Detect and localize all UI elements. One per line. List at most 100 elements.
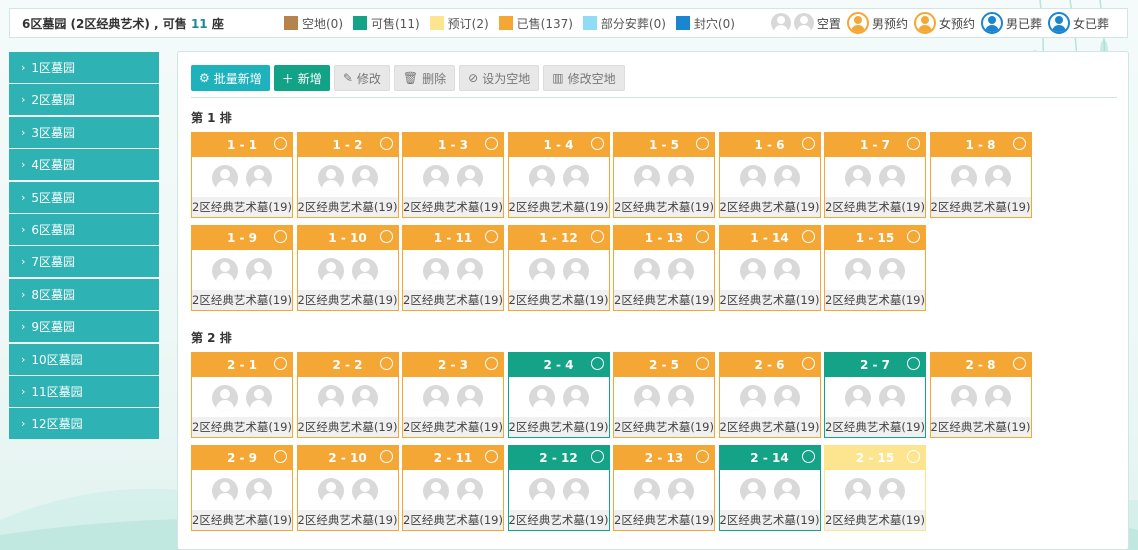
plot-card[interactable]: 1 - 12 2区经典艺术墓(19) [507, 225, 610, 311]
sidebar-item[interactable]: › 6区墓园 [9, 213, 159, 245]
plot-select-radio[interactable] [274, 230, 287, 243]
plot-select-radio[interactable] [274, 450, 287, 463]
plot-header: 1 - 7 [825, 133, 925, 157]
plot-card[interactable]: 2 - 11 2区经典艺术墓(19) [402, 445, 504, 531]
plot-header: 2 - 2 [297, 353, 398, 377]
edit-button[interactable]: ✎ 修改 [333, 65, 390, 91]
plot-header: 1 - 15 [825, 226, 925, 250]
plot-select-radio[interactable] [485, 450, 498, 463]
plot-select-radio[interactable] [907, 450, 920, 463]
plot-select-radio[interactable] [485, 137, 498, 150]
trash-icon: 🗑 [402, 71, 419, 85]
plot-select-radio[interactable] [379, 137, 393, 150]
plot-select-radio[interactable] [590, 230, 604, 243]
sidebar-item[interactable]: › 8区墓园 [9, 278, 159, 310]
plot-card[interactable]: 2 - 2 2区经典艺术墓(19) [296, 352, 399, 438]
legend-swatch [675, 16, 690, 30]
plot-card[interactable]: 1 - 7 2区经典艺术墓(19) [824, 132, 926, 218]
plot-card[interactable]: 2 - 12 2区经典艺术墓(19) [507, 445, 610, 531]
plot-card[interactable]: 1 - 10 2区经典艺术墓(19) [296, 225, 399, 311]
plot-card[interactable]: 1 - 4 2区经典艺术墓(19) [507, 132, 610, 218]
empty-avatar-icon [246, 385, 272, 411]
chevron-right-icon: › [21, 93, 26, 107]
plot-select-radio[interactable] [274, 137, 287, 150]
sidebar-item-label: 6区墓园 [31, 222, 76, 237]
plot-card[interactable]: 1 - 2 2区经典艺术墓(19) [296, 132, 399, 218]
sidebar-item[interactable]: › 7区墓园 [9, 246, 159, 278]
batch-add-button[interactable]: ⚙ 批量新增 [191, 65, 270, 91]
plot-card[interactable]: 1 - 1 2区经典艺术墓(19) [191, 132, 293, 218]
plot-card[interactable]: 2 - 1 2区经典艺术墓(19) [191, 352, 293, 438]
legend-sold: 已售(137) [498, 15, 573, 32]
sidebar-item[interactable]: › 4区墓园 [9, 149, 159, 181]
plot-card[interactable]: 2 - 10 2区经典艺术墓(19) [296, 445, 399, 531]
plot-card[interactable]: 1 - 14 2区经典艺术墓(19) [718, 225, 821, 311]
plot-select-radio[interactable] [696, 230, 709, 243]
sidebar-item[interactable]: › 10区墓园 [9, 343, 159, 375]
main-panel: ⚙ 批量新增 ＋新增 ✎ 修改 🗑 删除 ⊘ 设为空地 ▥ 修改空地 第 1 排 1 - … [177, 51, 1129, 550]
plot-card[interactable]: 2 - 7 2区经典艺术墓(19) [824, 352, 926, 438]
plot-select-radio[interactable] [801, 357, 815, 370]
plot-card[interactable]: 2 - 15 2区经典艺术墓(19) [824, 445, 926, 531]
plot-header: 2 - 8 [930, 353, 1031, 377]
plot-card[interactable]: 2 - 14 2区经典艺术墓(19) [718, 445, 821, 531]
empty-avatar-icon [423, 165, 449, 191]
plot-card[interactable]: 2 - 5 2区经典艺术墓(19) [613, 352, 715, 438]
plot-select-radio[interactable] [1012, 357, 1026, 370]
plot-select-radio[interactable] [274, 357, 287, 370]
sidebar-item[interactable]: › 9区墓园 [9, 311, 159, 343]
plot-card[interactable]: 1 - 13 2区经典艺术墓(19) [613, 225, 715, 311]
sidebar-item[interactable]: › 11区墓园 [9, 375, 159, 407]
sidebar-item[interactable]: › 1区墓园 [9, 52, 159, 83]
plot-select-radio[interactable] [590, 357, 604, 370]
plot-select-radio[interactable] [696, 450, 709, 463]
empty-avatar-icon [246, 478, 272, 504]
plot-select-radio[interactable] [590, 450, 604, 463]
plot-card[interactable]: 2 - 4 2区经典艺术墓(19) [507, 352, 610, 438]
plot-card[interactable]: 1 - 15 2区经典艺术墓(19) [824, 225, 926, 311]
plot-select-radio[interactable] [907, 230, 920, 243]
plot-select-radio[interactable] [907, 137, 920, 150]
chevron-right-icon: › [21, 255, 26, 269]
add-button[interactable]: ＋新增 [273, 65, 330, 91]
plot-select-radio[interactable] [379, 450, 393, 463]
delete-button[interactable]: 🗑 删除 [393, 65, 456, 91]
sidebar-item[interactable]: › 3区墓园 [9, 116, 159, 148]
plot-select-radio[interactable] [379, 230, 393, 243]
plot-select-radio[interactable] [485, 230, 498, 243]
plot-occupants [614, 385, 714, 413]
sidebar-item[interactable]: › 5区墓园 [9, 181, 159, 213]
plot-select-radio[interactable] [485, 357, 498, 370]
legend-swatch [582, 16, 597, 30]
plot-select-radio[interactable] [801, 137, 815, 150]
plot-select-radio[interactable] [590, 137, 604, 150]
plot-occupants [298, 258, 398, 286]
plot-select-radio[interactable] [379, 357, 393, 370]
plot-card[interactable]: 1 - 6 2区经典艺术墓(19) [718, 132, 821, 218]
plot-select-radio[interactable] [696, 137, 709, 150]
sidebar-item[interactable]: › 2区墓园 [9, 84, 159, 116]
plot-card[interactable]: 2 - 6 2区经典艺术墓(19) [718, 352, 821, 438]
set-empty-button[interactable]: ⊘ 设为空地 [459, 65, 540, 91]
plot-card[interactable]: 1 - 11 2区经典艺术墓(19) [402, 225, 504, 311]
plot-select-radio[interactable] [1012, 137, 1026, 150]
plot-header: 2 - 13 [614, 446, 714, 470]
legend-swatch [498, 16, 513, 30]
edit-empty-button[interactable]: ▥ 修改空地 [543, 65, 625, 91]
plot-card[interactable]: 1 - 5 2区经典艺术墓(19) [613, 132, 715, 218]
sidebar-item[interactable]: › 12区墓园 [9, 408, 159, 440]
plot-select-radio[interactable] [801, 230, 815, 243]
plot-card[interactable]: 1 - 8 2区经典艺术墓(19) [929, 132, 1032, 218]
plot-select-radio[interactable] [801, 450, 815, 463]
plot-card[interactable]: 2 - 13 2区经典艺术墓(19) [613, 445, 715, 531]
plot-card[interactable]: 1 - 3 2区经典艺术墓(19) [402, 132, 504, 218]
plot-card[interactable]: 2 - 3 2区经典艺术墓(19) [402, 352, 504, 438]
plot-select-radio[interactable] [907, 357, 920, 370]
male-reserved-icon [846, 12, 869, 34]
plot-number: 2 - 12 [539, 451, 578, 465]
plot-select-radio[interactable] [696, 357, 709, 370]
plot-card[interactable]: 2 - 9 2区经典艺术墓(19) [191, 445, 293, 531]
plot-card[interactable]: 2 - 8 2区经典艺术墓(19) [929, 352, 1032, 438]
plot-card[interactable]: 1 - 9 2区经典艺术墓(19) [191, 225, 293, 311]
plot-header: 2 - 12 [508, 446, 609, 470]
